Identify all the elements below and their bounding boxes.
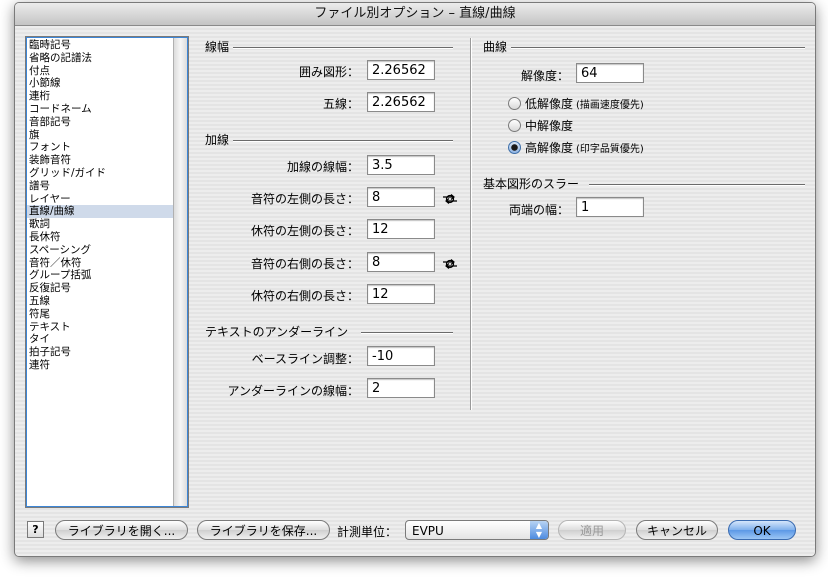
category-item[interactable]: 連桁 <box>27 90 174 103</box>
link-arrows-icon[interactable] <box>442 192 458 206</box>
section-divider <box>361 332 453 334</box>
help-button[interactable]: ? <box>27 521 44 538</box>
staff-width-label: 五線： <box>322 97 359 111</box>
section-title-underline: テキストのアンダーライン <box>205 325 349 339</box>
save-library-button[interactable]: ライブラリを保存... <box>197 520 330 540</box>
category-item[interactable]: 長休符 <box>27 231 174 244</box>
radio-label: 低解像度 <box>525 97 574 111</box>
units-select[interactable]: EVPU ▲ ▼ <box>405 520 549 540</box>
window-title: ファイル別オプション – 直線/曲線 <box>15 3 815 26</box>
resolution-field[interactable]: 64 <box>576 63 644 83</box>
category-item[interactable]: グループ括弧 <box>27 269 174 282</box>
radio-label: 高解像度 <box>525 141 574 155</box>
category-items: 臨時記号 省略の記譜法 付点 小節線 連桁 コードネーム 音部記号 旗 フォント… <box>27 39 174 372</box>
slur-tip-width-label: 両端の幅： <box>508 203 569 217</box>
enclosure-width-field[interactable]: 2.26562 <box>367 60 435 80</box>
category-item[interactable]: タイ <box>27 333 174 346</box>
section-divider <box>233 140 453 142</box>
category-item[interactable]: 付点 <box>27 65 174 78</box>
staff-width-field[interactable]: 2.26562 <box>367 92 435 112</box>
category-item[interactable]: 反復記号 <box>27 282 174 295</box>
category-item[interactable]: 装飾音符 <box>27 154 174 167</box>
category-item[interactable]: 拍子記号 <box>27 346 174 359</box>
ledger-thickness-label: 加線の線幅： <box>286 160 359 174</box>
category-list[interactable]: 臨時記号 省略の記譜法 付点 小節線 連桁 コードネーム 音部記号 旗 フォント… <box>25 36 189 508</box>
slur-tip-width-field[interactable]: 1 <box>576 197 644 217</box>
note-right-length-field[interactable]: 8 <box>367 252 435 272</box>
category-item[interactable]: 小節線 <box>27 77 174 90</box>
apply-button[interactable]: 適用 <box>558 520 626 540</box>
category-item[interactable]: 符尾 <box>27 308 174 321</box>
category-item[interactable]: コードネーム <box>27 103 174 116</box>
category-item[interactable]: 歌詞 <box>27 218 174 231</box>
radio-high-resolution[interactable]: 高解像度 (印字品質優先) <box>508 139 644 156</box>
category-item[interactable]: フォント <box>27 141 174 154</box>
note-left-length-field[interactable]: 8 <box>367 187 435 207</box>
radio-low-resolution[interactable]: 低解像度 (描画速度優先) <box>508 95 644 112</box>
category-item[interactable]: 五線 <box>27 295 174 308</box>
popup-arrows-icon: ▲ ▼ <box>530 521 548 539</box>
baseline-adjust-field[interactable]: -10 <box>367 346 435 366</box>
category-item[interactable]: スペーシング <box>27 244 174 257</box>
radio-button[interactable] <box>508 97 521 110</box>
radio-button[interactable] <box>508 119 521 132</box>
category-item[interactable]: 連符 <box>27 359 174 372</box>
category-item[interactable]: テキスト <box>27 321 174 334</box>
ok-button[interactable]: OK <box>728 520 796 540</box>
units-value: EVPU <box>412 524 444 538</box>
category-item[interactable]: 旗 <box>27 129 174 142</box>
category-item-selected[interactable]: 直線/曲線 <box>27 205 174 219</box>
rest-left-length-field[interactable]: 12 <box>367 219 435 239</box>
section-title-ledger: 加線 <box>205 133 230 147</box>
resolution-label: 解像度： <box>520 69 569 83</box>
section-divider <box>233 47 453 49</box>
radio-hint: (描画速度優先) <box>576 100 644 111</box>
category-item[interactable]: 臨時記号 <box>27 39 174 52</box>
category-item[interactable]: 音部記号 <box>27 116 174 129</box>
rest-right-length-field[interactable]: 12 <box>367 284 435 304</box>
cancel-button[interactable]: キャンセル <box>636 520 718 540</box>
enclosure-width-label: 囲み図形： <box>298 65 359 79</box>
ledger-thickness-field[interactable]: 3.5 <box>367 155 435 175</box>
open-library-button[interactable]: ライブラリを開く... <box>55 520 188 540</box>
category-item[interactable]: 省略の記譜法 <box>27 52 174 65</box>
rest-left-length-label: 休符の左側の長さ： <box>250 224 359 238</box>
section-title-curves: 曲線 <box>483 40 508 54</box>
baseline-adjust-label: ベースライン調整： <box>251 352 359 366</box>
section-title-slur: 基本図形のスラー <box>483 177 580 191</box>
section-divider <box>511 47 805 49</box>
column-divider <box>470 38 472 410</box>
underline-thickness-label: アンダーラインの線幅： <box>227 384 359 398</box>
options-dialog: ファイル別オプション – 直線/曲線 臨時記号 省略の記譜法 付点 小節線 連桁… <box>14 2 816 557</box>
units-label: 計測単位： <box>337 525 398 539</box>
dialog-content: 臨時記号 省略の記譜法 付点 小節線 連桁 コードネーム 音部記号 旗 フォント… <box>15 26 815 556</box>
category-item[interactable]: 音符／休符 <box>27 257 174 270</box>
section-title-linewidth: 線幅 <box>205 40 230 54</box>
note-right-length-label: 音符の右側の長さ： <box>250 257 359 271</box>
link-arrows-icon[interactable] <box>442 257 458 271</box>
radio-hint: (印字品質優先) <box>576 144 644 155</box>
category-item[interactable]: グリッド/ガイド <box>27 167 174 180</box>
radio-medium-resolution[interactable]: 中解像度 <box>508 117 573 134</box>
radio-label: 中解像度 <box>525 119 574 133</box>
section-divider <box>589 184 805 186</box>
category-item[interactable]: レイヤー <box>27 193 174 206</box>
category-item[interactable]: 譜号 <box>27 180 174 193</box>
rest-right-length-label: 休符の右側の長さ： <box>250 289 359 303</box>
radio-button-selected[interactable] <box>508 141 521 154</box>
note-left-length-label: 音符の左側の長さ： <box>250 192 359 206</box>
category-scrollbar[interactable] <box>173 38 187 506</box>
underline-thickness-field[interactable]: 2 <box>367 378 435 398</box>
